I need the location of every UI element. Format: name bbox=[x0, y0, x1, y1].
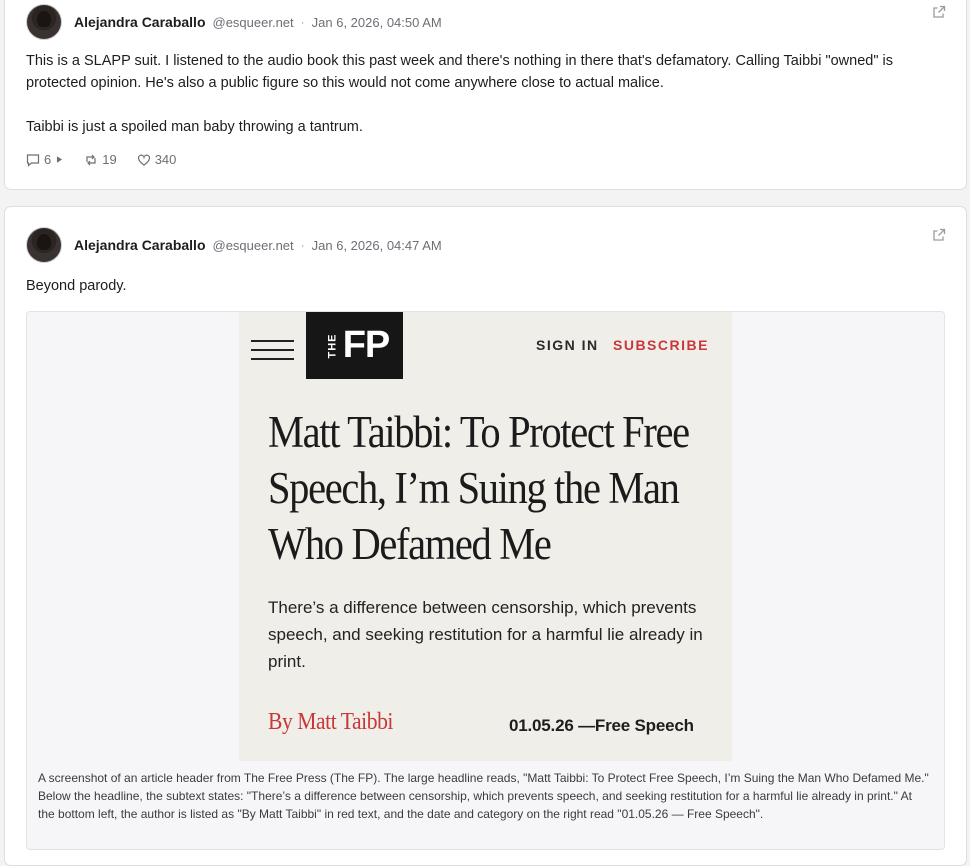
reply-count: 6 bbox=[44, 152, 52, 167]
image-alt-text: A screenshot of an article header from T… bbox=[38, 771, 929, 821]
post-paragraph: Beyond parody. bbox=[26, 278, 127, 294]
avatar[interactable] bbox=[26, 4, 62, 40]
hamburger-menu-icon bbox=[251, 340, 294, 360]
repost-icon bbox=[86, 154, 96, 165]
repost-count: 19 bbox=[102, 152, 117, 167]
post-card[interactable]: Alejandra Caraballo @esqueer.net · Jan 6… bbox=[4, 0, 967, 190]
external-link-icon[interactable] bbox=[932, 228, 946, 242]
repost-button[interactable]: 19 bbox=[84, 152, 117, 167]
fp-logo: THE FP bbox=[306, 312, 403, 379]
article-byline: By Matt Taibbi bbox=[268, 709, 393, 735]
speech-bubble-icon bbox=[26, 153, 40, 167]
like-button[interactable]: 340 bbox=[137, 152, 177, 167]
author-name[interactable]: Alejandra Caraballo bbox=[74, 14, 206, 30]
heart-icon bbox=[137, 154, 150, 166]
play-triangle-icon[interactable] bbox=[55, 155, 64, 164]
separator: · bbox=[300, 15, 305, 29]
author-handle[interactable]: @esqueer.net bbox=[213, 238, 294, 253]
article-screenshot[interactable]: THE FP SIGN IN SUBSCRIBE Matt Taibbi: To… bbox=[239, 312, 732, 761]
sign-in-link: SIGN IN bbox=[536, 337, 599, 353]
post-paragraph: This is a SLAPP suit. I listened to the … bbox=[26, 53, 893, 91]
post-timestamp[interactable]: Jan 6, 2026, 04:50 AM bbox=[312, 15, 442, 30]
subscribe-link: SUBSCRIBE bbox=[613, 337, 709, 353]
article-dateline: 01.05.26 —Free Speech bbox=[509, 716, 694, 735]
avatar[interactable] bbox=[26, 227, 62, 263]
like-count: 340 bbox=[154, 152, 177, 167]
author-handle[interactable]: @esqueer.net bbox=[213, 15, 294, 30]
post-card[interactable]: Alejandra Caraballo @esqueer.net · Jan 6… bbox=[4, 206, 967, 866]
article-deck: There’s a difference between censorship,… bbox=[268, 598, 703, 671]
post-timestamp[interactable]: Jan 6, 2026, 04:47 AM bbox=[312, 238, 442, 253]
post-header: Alejandra Caraballo @esqueer.net · Jan 6… bbox=[26, 227, 442, 263]
external-link-icon[interactable] bbox=[932, 5, 946, 19]
post-actions: 6 19 340 bbox=[26, 152, 196, 167]
post-header: Alejandra Caraballo @esqueer.net · Jan 6… bbox=[26, 4, 442, 40]
post-paragraph: Taibbi is just a spoiled man baby throwi… bbox=[26, 119, 363, 135]
article-headline: Matt Taibbi: To Protect Free Speech, I’m… bbox=[268, 407, 690, 569]
reply-button[interactable]: 6 bbox=[26, 152, 64, 167]
author-name[interactable]: Alejandra Caraballo bbox=[74, 237, 206, 253]
image-embed[interactable]: THE FP SIGN IN SUBSCRIBE Matt Taibbi: To… bbox=[26, 311, 945, 850]
separator: · bbox=[300, 238, 305, 252]
